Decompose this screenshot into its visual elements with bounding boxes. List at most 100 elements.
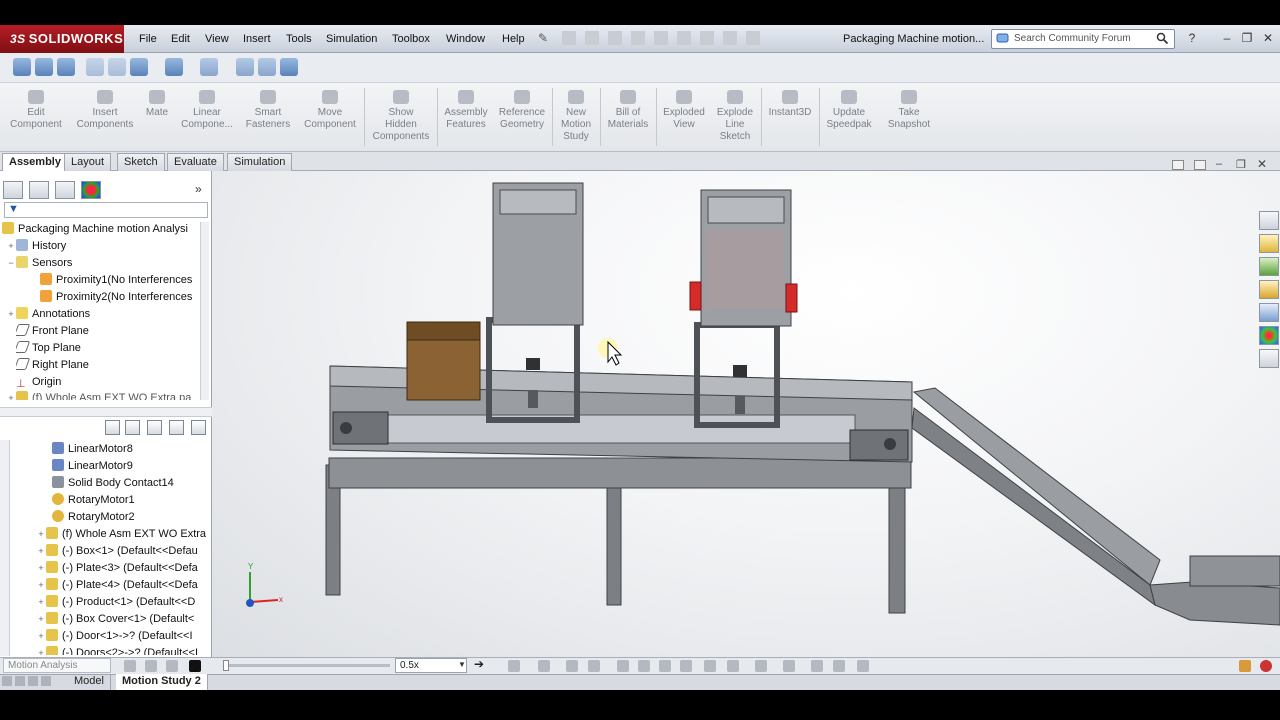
panel-splitter[interactable] xyxy=(0,407,212,417)
tree-item-history[interactable]: + History xyxy=(6,238,206,255)
filter-driving-icon[interactable] xyxy=(125,420,140,435)
playback-mode-icon[interactable]: ➔ xyxy=(474,657,484,671)
prev-tab-icon[interactable] xyxy=(15,676,25,686)
tree-item-origin[interactable]: ⊥ Origin xyxy=(16,374,216,391)
menu-tools[interactable]: Tools xyxy=(286,25,312,53)
select-icon[interactable] xyxy=(677,31,691,45)
property-manager-tab-icon[interactable] xyxy=(29,181,49,199)
solidworks-resources-icon[interactable] xyxy=(1259,211,1279,230)
stop-icon[interactable] xyxy=(189,660,201,672)
update-speedpak-button[interactable]: Update Speedpak xyxy=(821,86,877,131)
move-component-button[interactable]: Move Component xyxy=(298,86,362,131)
last-tab-icon[interactable] xyxy=(41,676,51,686)
playback-speed-select[interactable]: 0.5x xyxy=(395,658,467,673)
graphics-area[interactable]: Y x xyxy=(212,171,1280,657)
expand-collapse-icon[interactable] xyxy=(191,420,206,435)
configuration-manager-tab-icon[interactable] xyxy=(55,181,75,199)
dynamic-annotation-icon[interactable] xyxy=(108,58,126,76)
motion-item-box[interactable]: + (-) Box<1> (Default<<Defau xyxy=(36,543,210,560)
viewport-close-icon[interactable]: ✕ xyxy=(1257,157,1267,171)
menu-insert[interactable]: Insert xyxy=(243,25,271,53)
zoom-to-fit-icon[interactable] xyxy=(13,58,31,76)
display-style-icon[interactable] xyxy=(165,58,183,76)
contact-icon[interactable] xyxy=(704,660,716,672)
menu-edit[interactable]: Edit xyxy=(171,25,190,53)
first-tab-icon[interactable] xyxy=(2,676,12,686)
viewport-restore-icon[interactable]: ❐ xyxy=(1236,158,1246,171)
expand-panel-icon[interactable]: » xyxy=(195,182,202,196)
smart-fasteners-button[interactable]: Smart Fasteners xyxy=(240,86,296,131)
add-key-icon[interactable] xyxy=(588,660,600,672)
play-from-start-icon[interactable] xyxy=(145,660,157,672)
motor-icon[interactable] xyxy=(617,660,629,672)
filter-selected-icon[interactable] xyxy=(147,420,162,435)
tree-item-sensors[interactable]: − Sensors xyxy=(6,255,206,272)
reference-geometry-button[interactable]: Reference Geometry xyxy=(494,86,550,131)
solidworks-logo[interactable]: 3S SOLIDWORKS xyxy=(0,25,124,53)
motion-study-properties-icon[interactable] xyxy=(783,660,795,672)
bill-of-materials-button[interactable]: Bill of Materials xyxy=(602,86,654,131)
tree-filter-input[interactable]: ▼ xyxy=(4,202,208,218)
filter-animation-icon[interactable] xyxy=(105,420,120,435)
exploded-view-button[interactable]: Exploded View xyxy=(658,86,710,131)
tab-layout[interactable]: Layout xyxy=(64,153,112,171)
tree-item-proximity2[interactable]: Proximity2(No Interferences xyxy=(40,289,240,306)
tree-root[interactable]: Packaging Machine motion Analysi xyxy=(2,221,202,238)
animation-wizard-icon[interactable] xyxy=(538,660,550,672)
force-icon[interactable] xyxy=(680,660,692,672)
restore-icon[interactable]: ❐ xyxy=(1238,29,1256,47)
design-library-icon[interactable] xyxy=(1259,257,1279,276)
save-animation-icon[interactable] xyxy=(508,660,520,672)
damper-icon[interactable] xyxy=(659,660,671,672)
hide-show-items-icon[interactable] xyxy=(200,58,218,76)
spring-icon[interactable] xyxy=(638,660,650,672)
gravity-icon[interactable] xyxy=(727,660,739,672)
split-view-icon[interactable] xyxy=(1172,160,1184,170)
tree-item-top-plane[interactable]: Top Plane xyxy=(16,340,216,357)
show-hidden-components-button[interactable]: Show Hidden Components xyxy=(366,86,436,143)
tree-item-annotations[interactable]: + Annotations xyxy=(6,306,206,323)
menu-help[interactable]: Help xyxy=(502,25,525,53)
tile-view-icon[interactable] xyxy=(1194,160,1206,170)
edit-component-button[interactable]: Edit Component xyxy=(4,86,68,131)
options-icon[interactable] xyxy=(746,31,760,45)
assembly-features-button[interactable]: Assembly Features xyxy=(439,86,493,131)
tree-item-right-plane[interactable]: Right Plane xyxy=(16,357,216,374)
save-icon[interactable] xyxy=(608,31,622,45)
view-orientation-icon[interactable] xyxy=(130,58,148,76)
view-settings-icon[interactable] xyxy=(280,58,298,76)
home-icon[interactable] xyxy=(1259,234,1279,253)
motion-item-whole-asm[interactable]: + (f) Whole Asm EXT WO Extra xyxy=(36,526,210,543)
search-input[interactable]: Search Community Forum xyxy=(991,29,1175,49)
play-icon[interactable] xyxy=(166,660,178,672)
file-properties-icon[interactable] xyxy=(723,31,737,45)
mate-button[interactable]: Mate xyxy=(140,86,174,119)
view-options-icon[interactable] xyxy=(857,660,869,672)
open-icon[interactable] xyxy=(585,31,599,45)
custom-properties-icon[interactable] xyxy=(1259,349,1279,368)
tab-simulation[interactable]: Simulation xyxy=(227,153,293,171)
new-motion-study-button[interactable]: New Motion Study xyxy=(554,86,598,143)
no-entry-icon[interactable] xyxy=(1260,660,1272,672)
results-plots-icon[interactable] xyxy=(755,660,767,672)
viewport-minimize-icon[interactable]: – xyxy=(1216,158,1222,170)
menu-file[interactable]: File xyxy=(139,25,157,53)
motion-item-doors2[interactable]: + (-) Doors<2>->? (Default<<I xyxy=(36,645,210,655)
autokey-icon[interactable] xyxy=(566,660,578,672)
search-icon[interactable] xyxy=(1156,32,1169,52)
tree-item-proximity1[interactable]: Proximity1(No Interferences xyxy=(40,272,240,289)
new-icon[interactable] xyxy=(562,31,576,45)
filter-results-icon[interactable] xyxy=(169,420,184,435)
tab-evaluate[interactable]: Evaluate xyxy=(167,153,224,171)
minimize-icon[interactable]: – xyxy=(1218,29,1236,47)
section-view-icon[interactable] xyxy=(86,58,104,76)
results-folder-icon[interactable] xyxy=(1239,660,1251,672)
insert-components-button[interactable]: Insert Components xyxy=(72,86,138,131)
explode-line-sketch-button[interactable]: Explode Line Sketch xyxy=(711,86,759,143)
close-icon[interactable]: ✕ xyxy=(1259,29,1277,47)
tree-item-whole-asm[interactable]: + (f) Whole Asm EXT WO Extra pa xyxy=(6,390,206,400)
tab-assembly[interactable]: Assembly xyxy=(2,153,68,171)
rebuild-icon[interactable] xyxy=(700,31,714,45)
previous-view-icon[interactable] xyxy=(57,58,75,76)
edit-appearance-icon[interactable] xyxy=(236,58,254,76)
